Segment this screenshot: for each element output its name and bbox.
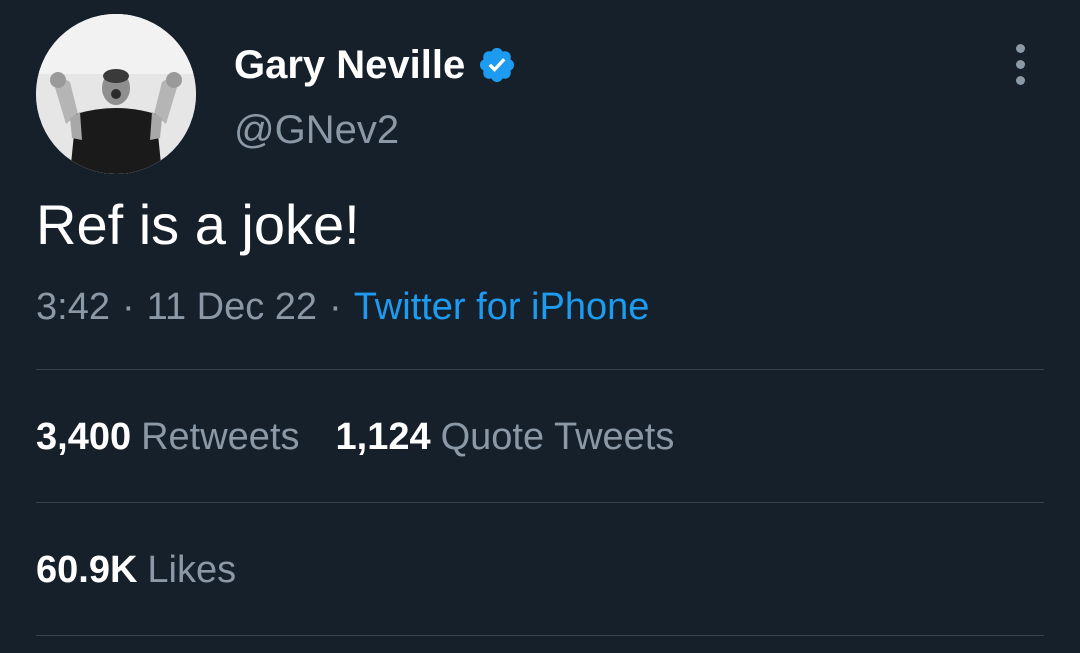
tweet-source-link[interactable]: Twitter for iPhone (354, 286, 650, 328)
divider (36, 369, 1044, 370)
avatar-photo (36, 14, 196, 174)
retweets-stat[interactable]: 3,400 Retweets (36, 412, 300, 462)
engagement-stats-row: 3,400 Retweets 1,124 Quote Tweets (36, 412, 710, 462)
tweet-detail: Gary Neville @GNev2 Ref is a joke! 3:42 ·… (0, 0, 1080, 653)
likes-label: Likes (147, 549, 237, 591)
likes-count: 60.9K (36, 549, 138, 591)
more-vertical-icon (1016, 44, 1025, 53)
tweet-time[interactable]: 3:42 (36, 286, 110, 328)
likes-stat[interactable]: 60.9K Likes (36, 545, 236, 595)
tweet-text: Ref is a joke! (36, 193, 360, 256)
divider (36, 502, 1044, 503)
divider (36, 635, 1044, 636)
quote-tweets-count: 1,124 (335, 416, 431, 458)
display-name[interactable]: Gary Neville (234, 40, 465, 90)
likes-stats-row: 60.9K Likes (36, 545, 272, 595)
retweets-label: Retweets (141, 416, 300, 458)
user-name-row: Gary Neville (234, 40, 517, 90)
user-handle[interactable]: @GNev2 (234, 106, 399, 154)
retweets-count: 3,400 (36, 416, 132, 458)
avatar[interactable] (36, 14, 196, 174)
quote-tweets-label: Quote Tweets (440, 416, 675, 458)
verified-badge-icon (477, 45, 517, 85)
tweet-date[interactable]: 11 Dec 22 (147, 286, 317, 328)
meta-separator: · (329, 286, 342, 328)
quote-tweets-stat[interactable]: 1,124 Quote Tweets (336, 412, 675, 462)
more-options-button[interactable] (1000, 40, 1040, 88)
tweet-meta: 3:42 · 11 Dec 22 · Twitter for iPhone (36, 282, 649, 332)
meta-separator: · (121, 286, 135, 328)
